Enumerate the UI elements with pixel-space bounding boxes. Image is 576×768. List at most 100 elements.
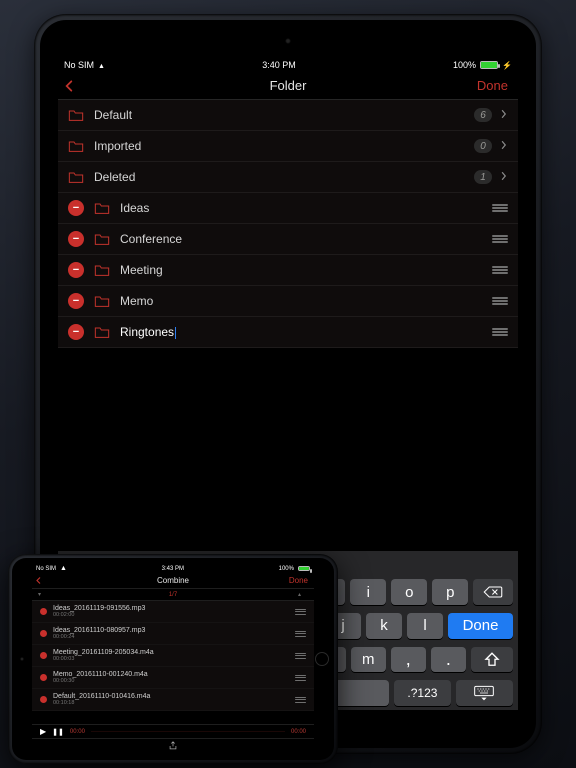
home-button[interactable]	[315, 652, 329, 666]
folder-row-ideas[interactable]: Ideas	[58, 193, 518, 224]
delete-button[interactable]	[68, 324, 84, 340]
numswitch-key-right[interactable]: .?123	[394, 680, 451, 706]
select-dot[interactable]	[40, 674, 47, 681]
clip-name: Ideas_20161110-080957.mp3	[53, 627, 289, 635]
front-camera	[285, 38, 291, 44]
page-title: Combine	[157, 576, 189, 585]
key-l[interactable]: l	[407, 613, 443, 639]
reorder-handle[interactable]	[295, 631, 306, 637]
clip-duration: 00:10:18	[53, 700, 289, 706]
folder-label: Deleted	[94, 170, 464, 184]
clip-duration: 00:02:00	[53, 612, 289, 618]
delete-button[interactable]	[68, 293, 84, 309]
clip-row[interactable]: Ideas_20161110-080957.mp300:00:24	[32, 623, 314, 645]
key-period[interactable]: .	[431, 647, 466, 673]
chevron-left-icon	[62, 79, 76, 93]
folder-label: Default	[94, 108, 464, 122]
reorder-handle[interactable]	[492, 297, 508, 305]
carrier-label: No SIM	[64, 60, 94, 70]
folder-row-default[interactable]: Default 6	[58, 100, 518, 131]
delete-button[interactable]	[68, 262, 84, 278]
reorder-handle[interactable]	[295, 609, 306, 615]
chevron-left-icon	[34, 576, 43, 585]
pause-button[interactable]: ❚❚	[52, 728, 64, 736]
reorder-handle[interactable]	[492, 204, 508, 212]
key-p[interactable]: p	[432, 579, 468, 605]
folder-icon	[94, 294, 110, 308]
folder-icon	[94, 325, 110, 339]
folder-row-ringtones[interactable]: Ringtones	[58, 317, 518, 348]
folder-row-conference[interactable]: Conference	[58, 224, 518, 255]
clip-duration: 00:00:24	[53, 634, 289, 640]
charging-icon	[502, 60, 512, 70]
done-button[interactable]: Done	[477, 72, 508, 99]
delete-button[interactable]	[68, 200, 84, 216]
clip-row[interactable]: Ideas_20161119-091556.mp300:02:00	[32, 601, 314, 623]
reorder-handle[interactable]	[492, 328, 508, 336]
screen-combine: No SIM 3:43 PM 100% Combine Done ▾ 1/7 ▴	[32, 564, 314, 754]
shift-key-right[interactable]	[471, 647, 513, 673]
reorder-handle[interactable]	[295, 697, 306, 703]
select-dot[interactable]	[40, 652, 47, 659]
clip-row[interactable]: Default_20161110-010416.m4a00:10:18	[32, 689, 314, 711]
total-time: 00:00	[291, 729, 306, 735]
selection-header: ▾ 1/7 ▴	[32, 589, 314, 601]
carrier-label: No SIM	[36, 566, 56, 572]
folder-rename-input[interactable]: Ringtones	[120, 325, 482, 339]
folder-icon	[94, 232, 110, 246]
folder-label: Ideas	[120, 201, 482, 215]
reorder-handle[interactable]	[492, 266, 508, 274]
clip-name: Memo_20161110-001240.m4a	[53, 671, 289, 679]
wifi-icon	[60, 565, 67, 572]
back-button[interactable]	[34, 573, 50, 588]
select-dot[interactable]	[40, 608, 47, 615]
clip-name: Ideas_20161119-091556.mp3	[53, 605, 289, 613]
scrubber[interactable]	[91, 731, 285, 732]
clip-row[interactable]: Memo_20161110-001240.m4a00:00:30	[32, 667, 314, 689]
reorder-handle[interactable]	[492, 235, 508, 243]
chevron-right-icon	[500, 137, 508, 155]
page-title: Folder	[270, 78, 307, 93]
battery-icon	[480, 61, 498, 69]
keyboard-done-key[interactable]: Done	[448, 613, 513, 639]
share-button[interactable]	[168, 738, 178, 755]
key-k[interactable]: k	[366, 613, 402, 639]
play-button[interactable]: ▶	[40, 727, 46, 736]
folder-row-imported[interactable]: Imported 0	[58, 131, 518, 162]
clip-name: Default_20161110-010416.m4a	[53, 693, 289, 701]
action-bar	[32, 738, 314, 754]
clip-row[interactable]: Meeting_20161109-205034.m4a00:00:03	[32, 645, 314, 667]
front-camera	[20, 657, 24, 661]
count-badge: 0	[474, 139, 492, 153]
done-button[interactable]: Done	[289, 573, 308, 588]
select-dot[interactable]	[40, 696, 47, 703]
folder-label: Memo	[120, 294, 482, 308]
clock-label: 3:43 PM	[162, 566, 184, 572]
folder-row-memo[interactable]: Memo	[58, 286, 518, 317]
device-frame-combine: No SIM 3:43 PM 100% Combine Done ▾ 1/7 ▴	[8, 554, 338, 764]
key-i[interactable]: i	[350, 579, 386, 605]
folder-icon	[68, 108, 84, 122]
reorder-handle[interactable]	[295, 653, 306, 659]
delete-button[interactable]	[68, 231, 84, 247]
folder-icon	[94, 263, 110, 277]
key-o[interactable]: o	[391, 579, 427, 605]
count-badge: 6	[474, 108, 492, 122]
backspace-key[interactable]	[473, 579, 513, 605]
key-comma[interactable]: ,	[391, 647, 426, 673]
folder-label: Meeting	[120, 263, 482, 277]
folder-row-meeting[interactable]: Meeting	[58, 255, 518, 286]
select-dot[interactable]	[40, 630, 47, 637]
back-button[interactable]	[62, 72, 90, 99]
battery-pct-label: 100%	[279, 566, 294, 572]
arrow-down-icon: ▾	[38, 591, 48, 598]
folder-list: Default 6 Imported 0 Deleted 1	[58, 100, 518, 348]
folder-icon	[94, 201, 110, 215]
dismiss-keyboard-key[interactable]	[456, 680, 513, 706]
status-bar: No SIM 3:40 PM 100%	[58, 58, 518, 72]
nav-bar: Folder Done	[58, 72, 518, 100]
key-m[interactable]: m	[351, 647, 386, 673]
folder-label: Conference	[120, 232, 482, 246]
reorder-handle[interactable]	[295, 675, 306, 681]
folder-row-deleted[interactable]: Deleted 1	[58, 162, 518, 193]
